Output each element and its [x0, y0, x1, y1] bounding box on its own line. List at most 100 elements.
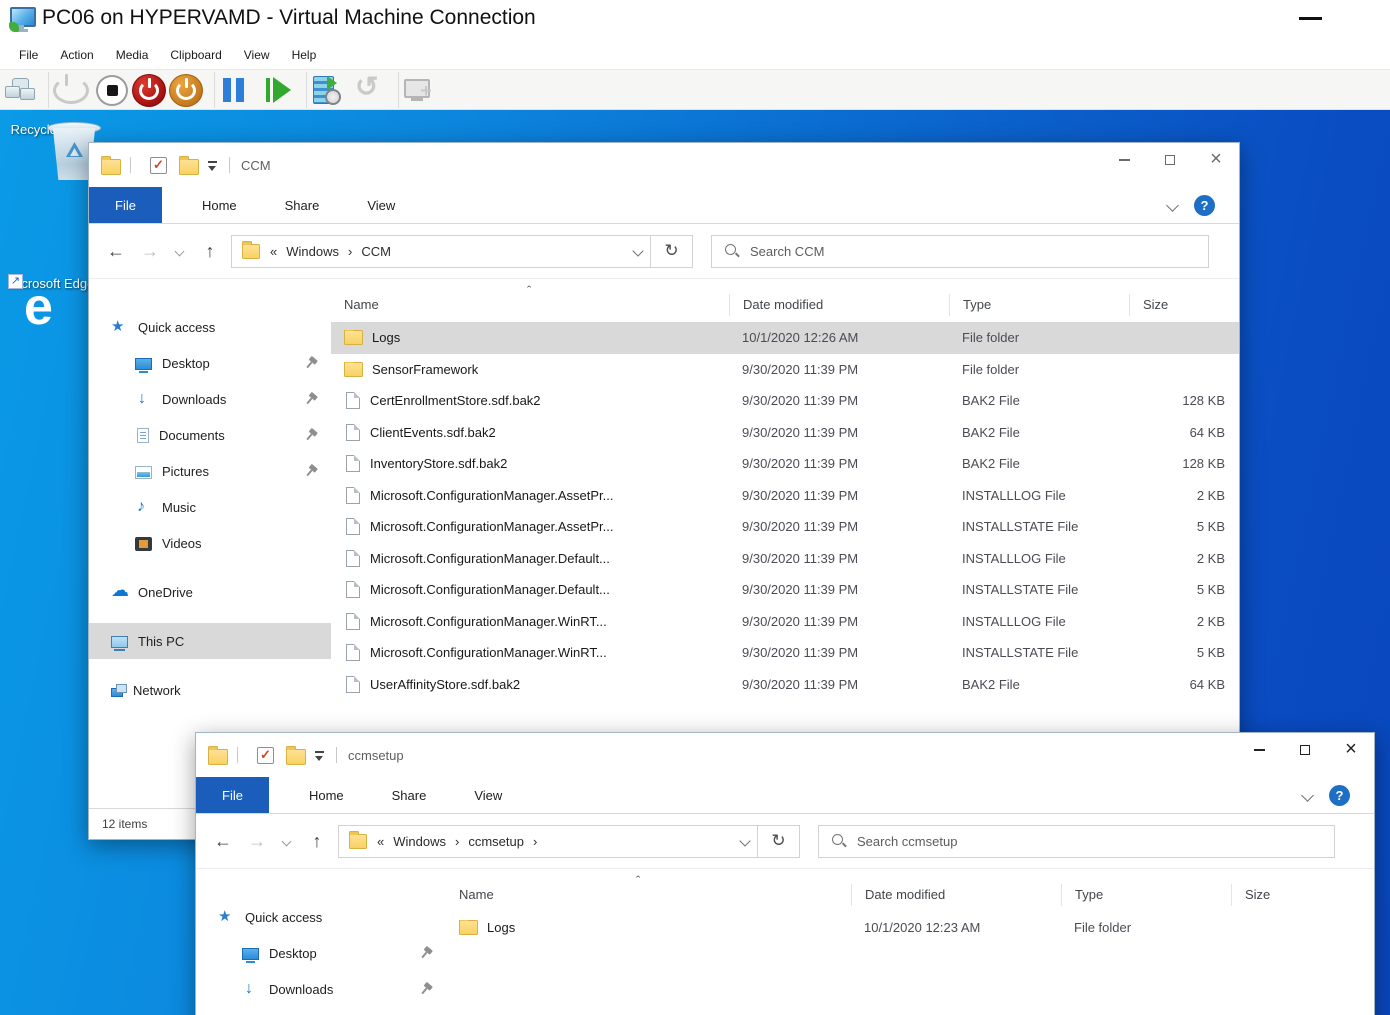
- search-input[interactable]: Search ccmsetup: [818, 825, 1335, 858]
- help-icon[interactable]: [1194, 195, 1215, 216]
- menu-item[interactable]: Action: [49, 42, 104, 69]
- ribbon-tab[interactable]: View: [345, 187, 417, 223]
- file-row[interactable]: SensorFramework 9/30/2020 11:39 PM File …: [331, 354, 1239, 386]
- breadcrumb-item[interactable]: «: [377, 834, 384, 849]
- ribbon-tab[interactable]: Share: [263, 187, 342, 223]
- file-row[interactable]: Logs 10/1/2020 12:26 AM File folder: [331, 322, 1239, 354]
- ribbon-tab[interactable]: Home: [180, 187, 259, 223]
- breadcrumb-item[interactable]: ›: [348, 244, 352, 259]
- breadcrumb-item[interactable]: «: [270, 244, 277, 259]
- sidebar-item-documents[interactable]: Documents: [196, 1007, 446, 1015]
- column-header-type[interactable]: Type: [1061, 884, 1231, 906]
- sidebar-item-desktop[interactable]: Desktop: [89, 345, 331, 381]
- turn-off-button[interactable]: [131, 72, 168, 108]
- menu-item[interactable]: Help: [281, 42, 328, 69]
- back-button[interactable]: [99, 241, 133, 262]
- close-button[interactable]: [1328, 733, 1374, 767]
- forward-button[interactable]: [133, 241, 167, 262]
- maximize-button[interactable]: [1147, 143, 1193, 177]
- ribbon-tab[interactable]: Home: [287, 777, 366, 813]
- new-folder-icon[interactable]: [286, 749, 306, 765]
- file-row[interactable]: ClientEvents.sdf.bak2 9/30/2020 11:39 PM…: [331, 417, 1239, 449]
- sidebar-item-onedrive[interactable]: OneDrive: [89, 574, 331, 610]
- sidebar-item-pictures[interactable]: Pictures: [89, 453, 331, 489]
- column-header-size[interactable]: Size: [1231, 884, 1374, 906]
- close-button[interactable]: [1193, 143, 1239, 177]
- ribbon-tab[interactable]: View: [452, 777, 524, 813]
- column-header-name[interactable]: ˆName: [446, 884, 851, 906]
- column-header-name[interactable]: ˆName: [331, 294, 729, 316]
- sidebar-item-documents[interactable]: Documents: [89, 417, 331, 453]
- properties-icon[interactable]: [150, 157, 167, 174]
- qat-customize-icon[interactable]: [314, 750, 325, 762]
- file-row[interactable]: Microsoft.ConfigurationManager.Default..…: [331, 543, 1239, 575]
- checkpoint-button[interactable]: [306, 72, 352, 108]
- sidebar-item-this-pc[interactable]: This PC: [89, 623, 331, 659]
- menu-item[interactable]: View: [233, 42, 281, 69]
- file-row[interactable]: CertEnrollmentStore.sdf.bak2 9/30/2020 1…: [331, 385, 1239, 417]
- ribbon-tab[interactable]: File: [196, 777, 269, 813]
- refresh-button[interactable]: [651, 235, 693, 268]
- breadcrumb-item[interactable]: ›: [533, 834, 537, 849]
- file-row[interactable]: Logs 10/1/2020 12:23 AM File folder: [446, 912, 1374, 944]
- menu-item[interactable]: Clipboard: [159, 42, 232, 69]
- back-button[interactable]: [206, 831, 240, 852]
- ribbon-expand-icon[interactable]: [1301, 789, 1314, 802]
- address-dropdown-icon[interactable]: [632, 245, 643, 256]
- new-folder-icon[interactable]: [179, 159, 199, 175]
- ribbon-expand-icon[interactable]: [1166, 199, 1179, 212]
- maximize-button[interactable]: [1282, 733, 1328, 767]
- menu-item[interactable]: Media: [105, 42, 160, 69]
- search-input[interactable]: Search CCM: [711, 235, 1209, 268]
- menu-item[interactable]: File: [8, 42, 49, 69]
- pause-button[interactable]: [214, 72, 260, 108]
- ctrl-alt-del-button[interactable]: [2, 72, 39, 108]
- file-row[interactable]: Microsoft.ConfigurationManager.AssetPr..…: [331, 511, 1239, 543]
- sidebar-item-quick-access[interactable]: Quick access: [196, 899, 446, 935]
- sidebar-item-quick-access[interactable]: Quick access: [89, 309, 331, 345]
- column-header-date[interactable]: Date modified: [851, 884, 1061, 906]
- address-dropdown-icon[interactable]: [739, 835, 750, 846]
- resume-button[interactable]: [260, 72, 297, 108]
- shut-down-button[interactable]: [168, 72, 205, 108]
- revert-button[interactable]: [352, 72, 389, 108]
- sidebar-item-desktop[interactable]: Desktop: [196, 935, 446, 971]
- minimize-button[interactable]: [1236, 733, 1282, 767]
- up-button[interactable]: [193, 241, 227, 262]
- properties-icon[interactable]: [257, 747, 274, 764]
- file-row[interactable]: UserAffinityStore.sdf.bak2 9/30/2020 11:…: [331, 669, 1239, 701]
- power-button[interactable]: [48, 72, 94, 108]
- breadcrumb[interactable]: «Windows›ccmsetup›: [338, 825, 758, 858]
- shutdown-guest-button[interactable]: [94, 72, 131, 108]
- desktop-icon-recycle-bin[interactable]: Recycle Bin: [0, 118, 95, 137]
- help-icon[interactable]: [1329, 785, 1350, 806]
- breadcrumb-item[interactable]: Windows: [286, 244, 339, 259]
- minimize-button[interactable]: [1101, 143, 1147, 177]
- breadcrumb-item[interactable]: Windows: [393, 834, 446, 849]
- column-header-size[interactable]: Size: [1129, 294, 1239, 316]
- column-header-type[interactable]: Type: [949, 294, 1129, 316]
- file-row[interactable]: Microsoft.ConfigurationManager.WinRT... …: [331, 637, 1239, 669]
- breadcrumb-item[interactable]: CCM: [361, 244, 391, 259]
- sidebar-item-downloads[interactable]: Downloads: [196, 971, 446, 1007]
- sidebar-item-music[interactable]: Music: [89, 489, 331, 525]
- breadcrumb-item[interactable]: ›: [455, 834, 459, 849]
- breadcrumb[interactable]: « Windows › CCM: [231, 235, 651, 268]
- qat-customize-icon[interactable]: [207, 160, 218, 172]
- refresh-button[interactable]: [758, 825, 800, 858]
- vm-minimize-button[interactable]: [1299, 17, 1322, 20]
- sidebar-item-downloads[interactable]: Downloads: [89, 381, 331, 417]
- ribbon-tab[interactable]: Share: [370, 777, 449, 813]
- desktop-icon-edge[interactable]: e ↗ Microsoft Edge: [1, 272, 101, 293]
- sidebar-item-network[interactable]: Network: [89, 672, 331, 708]
- column-header-date[interactable]: Date modified: [729, 294, 949, 316]
- file-row[interactable]: Microsoft.ConfigurationManager.Default..…: [331, 574, 1239, 606]
- sidebar-item-videos[interactable]: Videos: [89, 525, 331, 561]
- ribbon-tab[interactable]: File: [89, 187, 162, 223]
- file-row[interactable]: InventoryStore.sdf.bak2 9/30/2020 11:39 …: [331, 448, 1239, 480]
- forward-button[interactable]: [240, 831, 274, 852]
- file-row[interactable]: Microsoft.ConfigurationManager.WinRT... …: [331, 606, 1239, 638]
- file-row[interactable]: Microsoft.ConfigurationManager.AssetPr..…: [331, 480, 1239, 512]
- up-button[interactable]: [300, 831, 334, 852]
- enhanced-session-button[interactable]: [398, 72, 444, 108]
